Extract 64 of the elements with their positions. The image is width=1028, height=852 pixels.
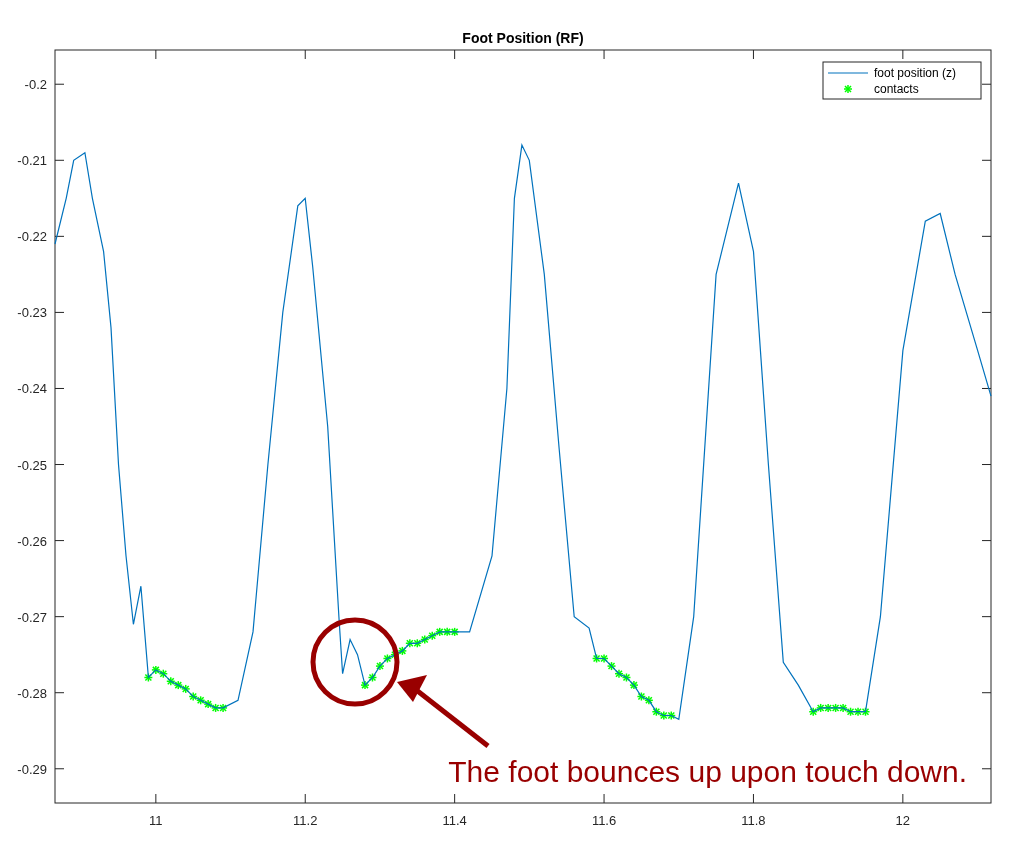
contact-marker — [614, 668, 624, 679]
contact-marker — [427, 630, 437, 641]
contact-marker — [599, 653, 609, 664]
chart-title: Foot Position (RF) — [462, 30, 584, 46]
x-tick-label: 11.6 — [591, 813, 617, 828]
y-tick-label: -0.24 — [17, 381, 47, 397]
contact-marker — [420, 634, 430, 645]
y-tick-label: -0.29 — [17, 761, 47, 777]
contact-marker — [606, 661, 617, 671]
contact-marker — [434, 627, 445, 637]
contact-marker — [188, 691, 198, 702]
y-tick-label: -0.23 — [17, 305, 47, 321]
contact-marker — [666, 710, 677, 721]
contact-marker — [195, 695, 206, 706]
x-tick-label: 12 — [895, 813, 911, 828]
contact-marker — [636, 691, 647, 702]
contact-marker — [166, 676, 176, 687]
contact-marker — [815, 703, 826, 713]
legend-label: contacts — [874, 82, 919, 96]
contact-marker — [860, 707, 871, 717]
legend-line-icon — [827, 72, 869, 74]
contact-marker — [143, 672, 154, 683]
contact-marker — [621, 672, 632, 683]
y-tick-label: -0.25 — [17, 457, 47, 473]
contact-marker — [843, 84, 853, 94]
contact-marker — [629, 680, 639, 690]
y-tick-label: -0.2 — [24, 77, 47, 93]
y-tick-label: -0.26 — [17, 533, 47, 549]
x-tick-label: 11 — [149, 813, 163, 828]
contact-marker — [823, 703, 833, 713]
contact-marker — [151, 665, 161, 675]
contact-marker — [830, 703, 841, 713]
legend-label: foot position (z) — [874, 66, 957, 80]
contact-marker — [158, 668, 169, 679]
contact-marker — [181, 684, 191, 694]
x-tick-label: 11.4 — [442, 813, 467, 828]
contact-marker — [838, 703, 848, 713]
contact-marker — [173, 680, 183, 690]
contact-marker — [367, 672, 378, 683]
contact-marker — [845, 707, 856, 717]
contact-marker — [397, 646, 408, 656]
contact-marker — [644, 695, 654, 706]
annotation-text: The foot bounces up upon touch down. — [448, 755, 967, 788]
contact-marker — [808, 707, 818, 717]
y-tick-label: -0.21 — [17, 153, 47, 169]
y-tick-label: -0.28 — [17, 685, 47, 701]
contact-marker — [412, 638, 423, 648]
x-tick-label: 11.8 — [741, 813, 766, 828]
contact-marker — [218, 703, 228, 713]
contact-marker — [405, 638, 415, 648]
y-tick-label: -0.22 — [17, 229, 47, 245]
contact-marker — [375, 661, 385, 671]
contact-marker — [651, 707, 662, 717]
contact-marker — [449, 627, 460, 637]
contact-marker — [382, 653, 393, 664]
contact-marker — [853, 707, 863, 717]
contact-marker — [210, 703, 221, 713]
x-tick-label: 11.2 — [293, 813, 318, 828]
contact-marker — [659, 710, 669, 721]
contact-marker — [442, 627, 452, 637]
contact-marker — [591, 653, 602, 664]
contact-marker — [360, 680, 370, 690]
contact-marker — [203, 699, 213, 709]
y-tick-label: -0.27 — [17, 609, 47, 625]
